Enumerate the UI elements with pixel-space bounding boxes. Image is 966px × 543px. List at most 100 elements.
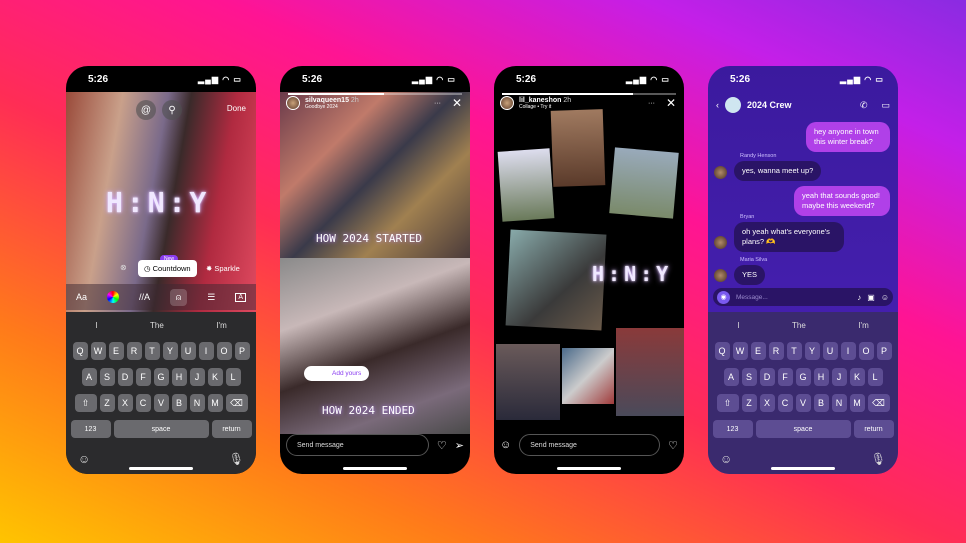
close-icon[interactable]: ✕ xyxy=(452,96,462,110)
key[interactable]: O xyxy=(858,342,874,360)
key[interactable]: K xyxy=(207,368,223,386)
shift-key[interactable]: ⇧ xyxy=(74,394,97,412)
key[interactable]: H xyxy=(813,368,829,386)
group-avatar[interactable] xyxy=(725,97,741,113)
key[interactable]: Q xyxy=(72,342,88,360)
key[interactable]: R xyxy=(126,342,142,360)
space-key[interactable]: space xyxy=(755,420,851,438)
story-subtitle[interactable]: Goodbye 2024 xyxy=(305,104,359,110)
camera-icon[interactable]: ◉ xyxy=(717,290,730,304)
done-button[interactable]: Done xyxy=(227,104,246,113)
key[interactable]: T xyxy=(786,342,802,360)
key[interactable]: Q xyxy=(714,342,730,360)
key[interactable]: I xyxy=(840,342,856,360)
key[interactable]: P xyxy=(234,342,250,360)
backspace-key[interactable]: ⌫ xyxy=(225,394,248,412)
background-tool[interactable]: A xyxy=(235,292,247,302)
send-icon[interactable]: ➢ xyxy=(455,439,464,452)
key[interactable]: G xyxy=(795,368,811,386)
key[interactable]: X xyxy=(759,394,775,412)
key[interactable]: M xyxy=(849,394,865,412)
key[interactable]: F xyxy=(135,368,151,386)
key[interactable]: Y xyxy=(804,342,820,360)
sparkle-button[interactable]: ✸ Sparkle xyxy=(206,264,240,273)
more-icon[interactable]: ··· xyxy=(434,100,441,107)
key[interactable]: F xyxy=(777,368,793,386)
key[interactable]: G xyxy=(153,368,169,386)
key[interactable]: N xyxy=(189,394,205,412)
key[interactable]: V xyxy=(153,394,169,412)
key[interactable]: V xyxy=(795,394,811,412)
key[interactable]: W xyxy=(90,342,106,360)
key[interactable]: K xyxy=(849,368,865,386)
key[interactable]: D xyxy=(759,368,775,386)
location-icon[interactable]: ⚲ xyxy=(162,100,182,120)
key[interactable]: B xyxy=(171,394,187,412)
key[interactable]: Z xyxy=(741,394,757,412)
effect-icon[interactable]: ⍝ xyxy=(169,288,188,306)
return-key[interactable]: return xyxy=(853,420,894,438)
close-icon[interactable]: ✕ xyxy=(666,96,676,110)
key[interactable]: N xyxy=(831,394,847,412)
shift-key[interactable]: ⇧ xyxy=(716,394,739,412)
gallery-icon[interactable]: ▣ xyxy=(867,293,875,302)
back-icon[interactable]: ‹ xyxy=(716,100,719,110)
sticker-icon[interactable]: ☺ xyxy=(881,293,889,302)
suggestion[interactable]: I'm xyxy=(216,321,226,330)
key[interactable]: J xyxy=(189,368,205,386)
emoji-icon[interactable]: ☺ xyxy=(720,452,732,466)
username[interactable]: silvaqueen15 xyxy=(305,97,349,104)
key[interactable]: C xyxy=(777,394,793,412)
key[interactable]: P xyxy=(876,342,892,360)
suggestion[interactable]: I xyxy=(737,321,739,330)
key[interactable]: R xyxy=(768,342,784,360)
suggestion[interactable]: I xyxy=(95,321,97,330)
heart-icon[interactable]: ♡ xyxy=(668,439,678,452)
suggestion[interactable]: The xyxy=(792,321,806,330)
username[interactable]: lil_kaneshon xyxy=(519,97,561,104)
clear-icon[interactable]: ⊗ xyxy=(120,263,127,272)
emoji-icon[interactable]: ☺ xyxy=(78,452,90,466)
key[interactable]: X xyxy=(117,394,133,412)
key[interactable]: U xyxy=(822,342,838,360)
key[interactable]: O xyxy=(216,342,232,360)
space-key[interactable]: space xyxy=(113,420,209,438)
key[interactable]: C xyxy=(135,394,151,412)
key[interactable]: E xyxy=(108,342,124,360)
animation-tool[interactable]: //A xyxy=(139,292,150,302)
video-icon[interactable]: ▭ xyxy=(881,100,890,111)
send-message-input[interactable]: Send message xyxy=(519,434,661,456)
key[interactable]: Z xyxy=(99,394,115,412)
key[interactable]: B xyxy=(813,394,829,412)
key[interactable]: S xyxy=(741,368,757,386)
key[interactable]: J xyxy=(831,368,847,386)
mention-icon[interactable]: @ xyxy=(136,100,156,120)
add-yours-sticker[interactable]: Add yours xyxy=(304,366,370,381)
numbers-key[interactable]: 123 xyxy=(712,420,753,438)
key[interactable]: M xyxy=(207,394,223,412)
avatar[interactable] xyxy=(500,96,514,110)
key[interactable]: U xyxy=(180,342,196,360)
return-key[interactable]: return xyxy=(211,420,252,438)
key[interactable]: H xyxy=(171,368,187,386)
key[interactable]: T xyxy=(144,342,160,360)
key[interactable]: L xyxy=(867,368,883,386)
camera-icon[interactable]: ☺ xyxy=(500,439,511,451)
hny-sticker[interactable]: H:N:Y xyxy=(592,262,672,286)
key[interactable]: A xyxy=(81,368,97,386)
hny-sticker[interactable]: H:N:Y xyxy=(106,186,210,219)
chat-title[interactable]: 2024 Crew xyxy=(747,100,792,110)
message-input[interactable]: Message... xyxy=(736,294,851,301)
suggestion[interactable]: I'm xyxy=(858,321,868,330)
suggestion[interactable]: The xyxy=(150,321,164,330)
story-subtitle[interactable]: Collage • Try it xyxy=(519,104,571,110)
key[interactable]: S xyxy=(99,368,115,386)
font-tool[interactable]: Aa xyxy=(76,292,87,302)
key[interactable]: Y xyxy=(162,342,178,360)
countdown-button[interactable]: ◷ Countdown xyxy=(138,260,197,277)
avatar[interactable] xyxy=(286,96,300,110)
key[interactable]: A xyxy=(723,368,739,386)
backspace-key[interactable]: ⌫ xyxy=(867,394,890,412)
dictation-icon[interactable]: 🎙︎ xyxy=(871,452,886,466)
mic-icon[interactable]: ♪ xyxy=(857,293,861,302)
